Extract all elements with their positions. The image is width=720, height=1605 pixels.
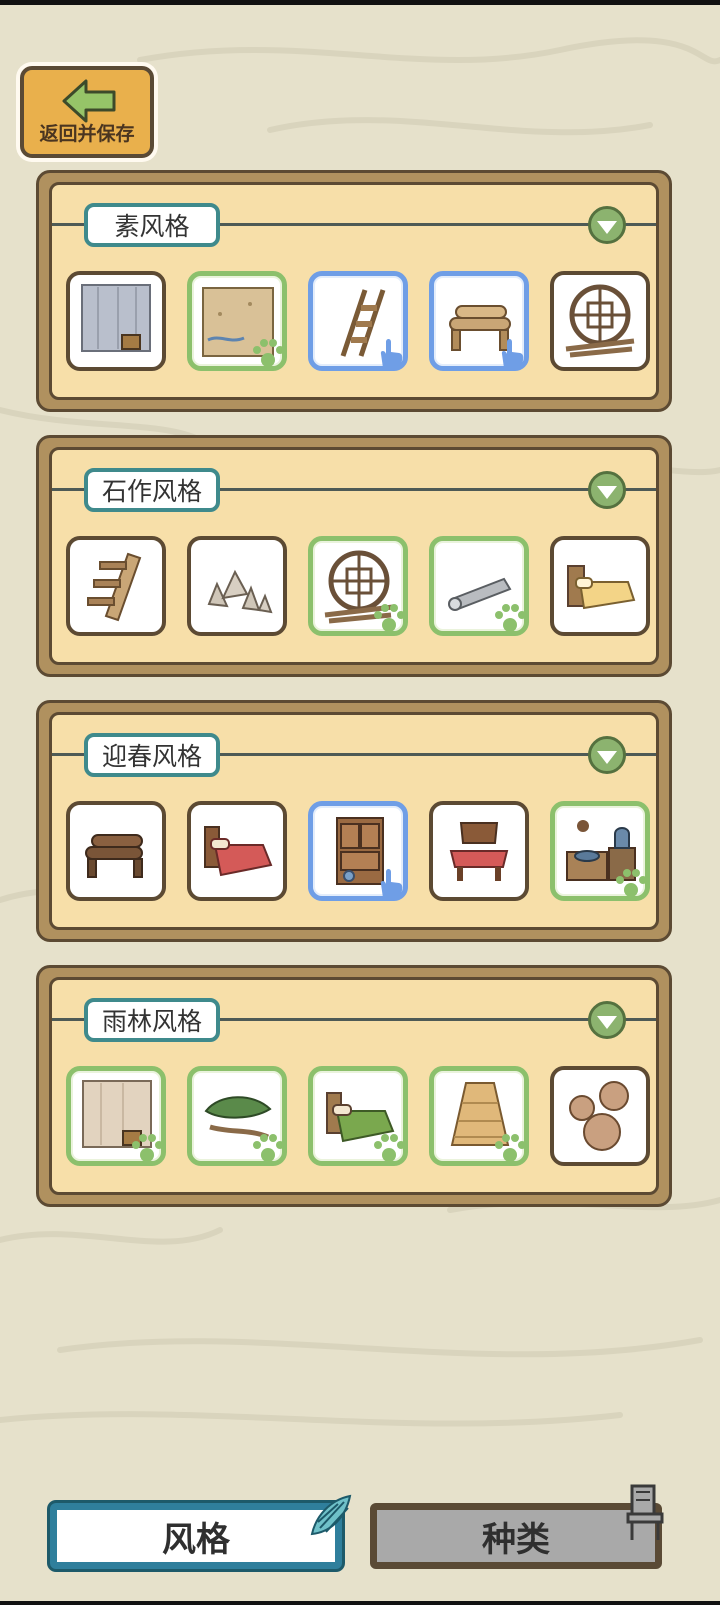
stairs-icon <box>87 552 142 622</box>
wood-slice-icon <box>569 1081 629 1151</box>
tab-style[interactable]: 风格 <box>50 1503 342 1569</box>
item-straw-mat[interactable] <box>187 271 287 371</box>
collapse-toggle-icon[interactable] <box>588 471 626 509</box>
stones-icon <box>207 569 273 614</box>
item-ladder[interactable] <box>308 271 408 371</box>
curtain-icon <box>81 284 151 352</box>
style-panel-2: 石作风格 <box>36 435 672 677</box>
item-woven-basket[interactable] <box>429 1066 529 1166</box>
item-rolled-rug[interactable] <box>429 536 529 636</box>
item-log-bench[interactable] <box>429 271 529 371</box>
selected-hand-icon <box>380 869 403 898</box>
seashell-icon <box>310 1494 352 1536</box>
item-log-stack[interactable] <box>66 801 166 901</box>
logs-icon <box>85 834 143 878</box>
owned-paw-icon <box>495 604 526 632</box>
item-wooden-cabinet[interactable] <box>308 801 408 901</box>
tab-style-label: 风格 <box>162 1519 230 1560</box>
owned-paw-icon <box>253 1134 284 1162</box>
owned-paw-icon <box>374 604 405 632</box>
item-stove-kettle[interactable] <box>550 801 650 901</box>
collapse-toggle-icon[interactable] <box>588 736 626 774</box>
item-green-bed[interactable] <box>308 1066 408 1166</box>
owned-paw-icon <box>495 1134 526 1162</box>
style-title: 素风格 <box>84 203 220 247</box>
style-panel-4: 雨林风格 <box>36 965 672 1207</box>
collapse-toggle-icon[interactable] <box>588 1001 626 1039</box>
chair-icon <box>626 1484 664 1540</box>
selected-hand-icon <box>380 339 403 368</box>
bed-icon <box>204 826 273 877</box>
owned-paw-icon <box>374 1134 405 1162</box>
style-panel-3: 迎春风格 <box>36 700 672 942</box>
item-grey-curtain[interactable] <box>66 271 166 371</box>
item-lattice-window[interactable] <box>550 271 650 371</box>
item-red-chair[interactable] <box>429 801 529 901</box>
item-leaf-hammock[interactable] <box>187 1066 287 1166</box>
item-yellow-bed[interactable] <box>550 536 650 636</box>
style-panel-1: 素风格 <box>36 170 672 412</box>
nav-bar-strip <box>0 1601 720 1605</box>
owned-paw-icon <box>616 869 647 897</box>
bed-icon <box>567 565 636 610</box>
item-stone-pile[interactable] <box>187 536 287 636</box>
style-title: 迎春风格 <box>84 733 220 777</box>
owned-paw-icon <box>132 1134 163 1162</box>
selected-hand-icon <box>501 339 524 368</box>
tab-kind-label: 种类 <box>482 1519 550 1560</box>
item-lattice-window[interactable] <box>308 536 408 636</box>
item-beige-curtain[interactable] <box>66 1066 166 1166</box>
item-red-bed[interactable] <box>187 801 287 901</box>
collapse-toggle-icon[interactable] <box>588 206 626 244</box>
chair-icon <box>449 822 509 881</box>
window-icon <box>565 284 635 358</box>
back-and-save-button[interactable]: 返回并保存 <box>20 66 154 158</box>
tab-kind[interactable]: 种类 <box>370 1503 662 1569</box>
item-stairs[interactable] <box>66 536 166 636</box>
item-wood-slices[interactable] <box>550 1066 650 1166</box>
style-title: 石作风格 <box>84 468 220 512</box>
owned-paw-icon <box>253 339 284 367</box>
status-bar-strip <box>0 0 720 5</box>
style-title: 雨林风格 <box>84 998 220 1042</box>
left-arrow-icon <box>62 79 116 123</box>
